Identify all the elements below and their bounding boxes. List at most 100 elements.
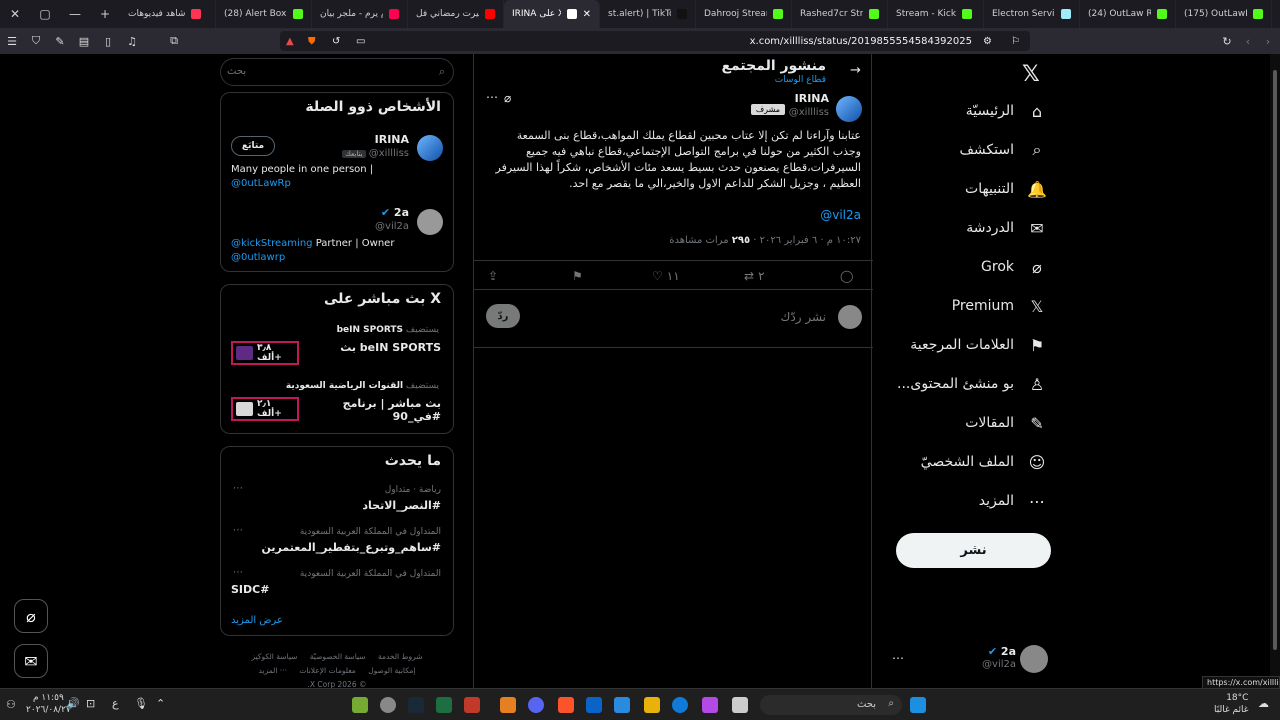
windows-start-icon[interactable] <box>910 697 926 713</box>
shield-icon[interactable]: ⛉ <box>26 31 46 51</box>
footer-link[interactable]: ··· المزيد <box>259 666 287 675</box>
nav-item-profile[interactable]: الملف الشخصيّ ☺ <box>876 444 1048 480</box>
chevron-up-icon[interactable]: ⌃ <box>156 697 172 713</box>
footer-link[interactable]: إمكانية الوصول <box>368 666 415 675</box>
show-more-link[interactable]: عرض المزيد <box>231 615 283 626</box>
share-icon[interactable]: ⇪ <box>488 269 498 283</box>
mention-link[interactable]: @vil2a <box>820 208 861 222</box>
store-icon[interactable] <box>614 697 630 713</box>
post-button[interactable]: نشر <box>896 533 1051 568</box>
task-view-icon[interactable] <box>732 697 748 713</box>
footer-link[interactable]: سياسة الخصوصيّة <box>310 652 366 661</box>
messages-fab-icon[interactable]: ✉ <box>14 644 48 678</box>
reply-input[interactable]: نشر ردّك <box>780 310 826 324</box>
bio-mention[interactable]: @0utlawrp <box>231 251 441 265</box>
account-switcher[interactable]: ✔ 2a @vil2a ⋯ <box>886 639 1056 679</box>
browser-tab[interactable]: Electron Services <box>984 0 1080 28</box>
copilot-icon[interactable] <box>702 697 718 713</box>
author-avatar[interactable] <box>836 96 862 122</box>
back-icon[interactable]: ‹ <box>1238 31 1258 51</box>
excel-icon[interactable] <box>436 697 452 713</box>
maximize-icon[interactable]: ▢ <box>30 0 60 28</box>
outlook-icon[interactable] <box>586 697 602 713</box>
edge-icon[interactable] <box>672 697 688 713</box>
nav-item-home[interactable]: الرئيسيّة ⌂ <box>876 93 1048 129</box>
discord-icon[interactable] <box>528 697 544 713</box>
brave-icon[interactable] <box>558 697 574 713</box>
footer-link[interactable]: سياسة الكوكيز <box>252 652 298 661</box>
more-icon[interactable]: ⋯ <box>892 651 904 665</box>
taskbar-search[interactable]: بحث ⌕ <box>760 695 902 715</box>
more-icon[interactable]: ⋯ <box>486 90 498 104</box>
app-icon[interactable] <box>352 697 368 713</box>
alert-icon[interactable]: ▲ <box>286 36 294 47</box>
author-name[interactable]: IRINA <box>795 92 829 105</box>
reader-icon[interactable]: ▭ <box>356 36 365 47</box>
nav-item-grok[interactable]: Grok ⌀ <box>876 249 1048 285</box>
community-link[interactable]: قطاع الوسات <box>775 75 826 85</box>
new-tab-icon[interactable]: + <box>90 0 120 28</box>
more-icon[interactable]: ⋯ <box>233 567 243 578</box>
browser-tab[interactable]: يرم يرم - ملجر بيان <box>312 0 408 28</box>
bookmark-star-icon[interactable]: ⚐ <box>1011 36 1020 47</box>
footer-link[interactable]: معلومات الإعلانات <box>299 666 355 675</box>
browser-tab[interactable]: (24) OutLaw RD <box>1080 0 1176 28</box>
scrollbar-thumb[interactable] <box>1273 70 1277 650</box>
nav-item-search[interactable]: استكشف ⌕ <box>876 132 1048 168</box>
person-name[interactable]: IRINA <box>375 133 409 146</box>
panel-icon[interactable]: ▯ <box>98 31 118 51</box>
microphone-icon[interactable]: 🎙 <box>134 697 150 713</box>
browser-tab[interactable]: IRINA على X: ... ✕ <box>504 0 600 28</box>
person-handle[interactable]: @vil2a <box>375 221 409 232</box>
nav-item-creator[interactable]: ...بو منشئ المحتوى ♙ <box>876 366 1048 402</box>
repost-button[interactable]: ⇄ ٢ <box>744 269 765 283</box>
following-button[interactable]: متابَع <box>231 136 275 156</box>
close-window-icon[interactable]: ✕ <box>0 0 30 28</box>
author-handle[interactable]: @xillliss <box>789 107 829 118</box>
browser-tab[interactable]: Rashed7cr Stream <box>792 0 888 28</box>
post-time[interactable]: ١٠:٢٧ م · ٦ فبراير ٢٠٢٦ <box>760 235 861 246</box>
footer-link[interactable]: شروط الخدمة <box>378 652 423 661</box>
obs-icon[interactable] <box>380 697 396 713</box>
bio-mention[interactable]: @kickStreaming <box>231 238 313 249</box>
app-icon[interactable] <box>464 697 480 713</box>
brave-shield-icon[interactable]: ⛊ <box>308 36 316 47</box>
browser-tab[interactable]: شاهد فيديوهات <box>120 0 216 28</box>
reload-alt-icon[interactable]: ↺ <box>332 36 340 47</box>
address-bar[interactable]: ▲ ⛊ ↺ ▭ x.com/xillliss/status/2019855554… <box>280 31 1030 51</box>
browser-tab[interactable]: Dahrooj Stream <box>696 0 792 28</box>
reply-button[interactable]: ردّ <box>486 304 520 328</box>
more-icon[interactable]: ⋯ <box>233 525 243 536</box>
screenshot-icon[interactable]: ⧉ <box>164 31 184 51</box>
minimize-icon[interactable]: — <box>60 0 90 28</box>
grok-fab-icon[interactable]: ⌀ <box>14 599 48 633</box>
avatar[interactable] <box>417 209 443 235</box>
browser-tab[interactable]: اليرت رمضاني فل <box>408 0 504 28</box>
clock[interactable]: ١١:٥٩ م ٢٠٢٦/٠٨/٢٧ <box>26 692 71 716</box>
person-handle[interactable]: يتابعك @xillliss <box>342 148 409 159</box>
person-name[interactable]: ✔ 2a <box>381 206 409 219</box>
tabs-icon[interactable]: ▤ <box>74 31 94 51</box>
scrollbar[interactable] <box>1270 54 1280 688</box>
like-button[interactable]: ♡ ١١ <box>652 269 680 283</box>
site-settings-icon[interactable]: ⚙ <box>983 36 992 47</box>
language-indicator[interactable]: ع <box>112 697 128 713</box>
nav-item-x-premium[interactable]: Premium 𝕏 <box>876 288 1048 324</box>
nav-item-more[interactable]: المزيد ⋯ <box>876 483 1048 519</box>
browser-tab[interactable]: (175) OutLawRp <box>1176 0 1272 28</box>
steam-icon[interactable] <box>408 697 424 713</box>
notification-icon[interactable]: ⚇ <box>6 698 22 714</box>
bio-mention[interactable]: @0utLawRp <box>231 177 441 191</box>
nav-item-mail[interactable]: الدردشة ✉ <box>876 210 1048 246</box>
search-input[interactable]: ⌕ بحث <box>220 58 454 86</box>
volume-icon[interactable]: 🔊 <box>66 697 82 713</box>
forward-icon[interactable]: › <box>1258 31 1278 51</box>
nav-item-bell[interactable]: التنبيهات 🔔 <box>876 171 1048 207</box>
weather-widget[interactable]: 18°C غائم غالبًا <box>1214 692 1248 716</box>
avatar[interactable] <box>417 135 443 161</box>
nav-item-article[interactable]: المقالات ✎ <box>876 405 1048 441</box>
browser-tab[interactable]: Stream - Kick <box>888 0 984 28</box>
app-icon[interactable] <box>500 697 516 713</box>
browser-tab[interactable]: (28) Alert Box / St <box>216 0 312 28</box>
sidebar-menu-icon[interactable]: ☰ <box>2 31 22 51</box>
